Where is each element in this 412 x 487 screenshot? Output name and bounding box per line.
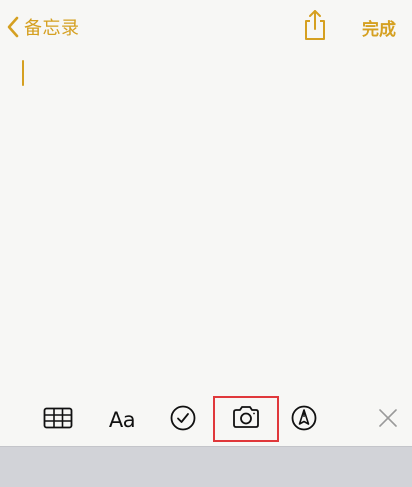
checklist-button[interactable]: [163, 394, 203, 446]
text-cursor: [22, 60, 24, 86]
share-button[interactable]: [300, 8, 330, 42]
keyboard-area: [0, 446, 412, 487]
notes-editor-screen: 备忘录 完成 Aa: [0, 0, 412, 487]
markup-button[interactable]: [284, 394, 324, 446]
table-icon: [43, 407, 73, 433]
markup-icon: [291, 405, 317, 435]
done-button[interactable]: 完成: [362, 15, 396, 40]
chevron-left-icon: [6, 15, 20, 39]
camera-button[interactable]: [213, 396, 279, 442]
close-toolbar-button[interactable]: [368, 394, 408, 446]
note-body-editor[interactable]: [0, 52, 412, 392]
back-button[interactable]: 备忘录: [6, 12, 80, 42]
formatting-toolbar: Aa: [0, 394, 412, 446]
format-text-icon: Aa: [108, 408, 136, 432]
checklist-icon: [170, 405, 196, 435]
share-icon: [300, 10, 330, 46]
insert-table-button[interactable]: [38, 394, 78, 446]
back-button-label: 备忘录: [24, 18, 80, 39]
close-icon: [378, 408, 398, 432]
text-format-button[interactable]: Aa: [100, 394, 144, 446]
camera-icon: [231, 405, 261, 433]
